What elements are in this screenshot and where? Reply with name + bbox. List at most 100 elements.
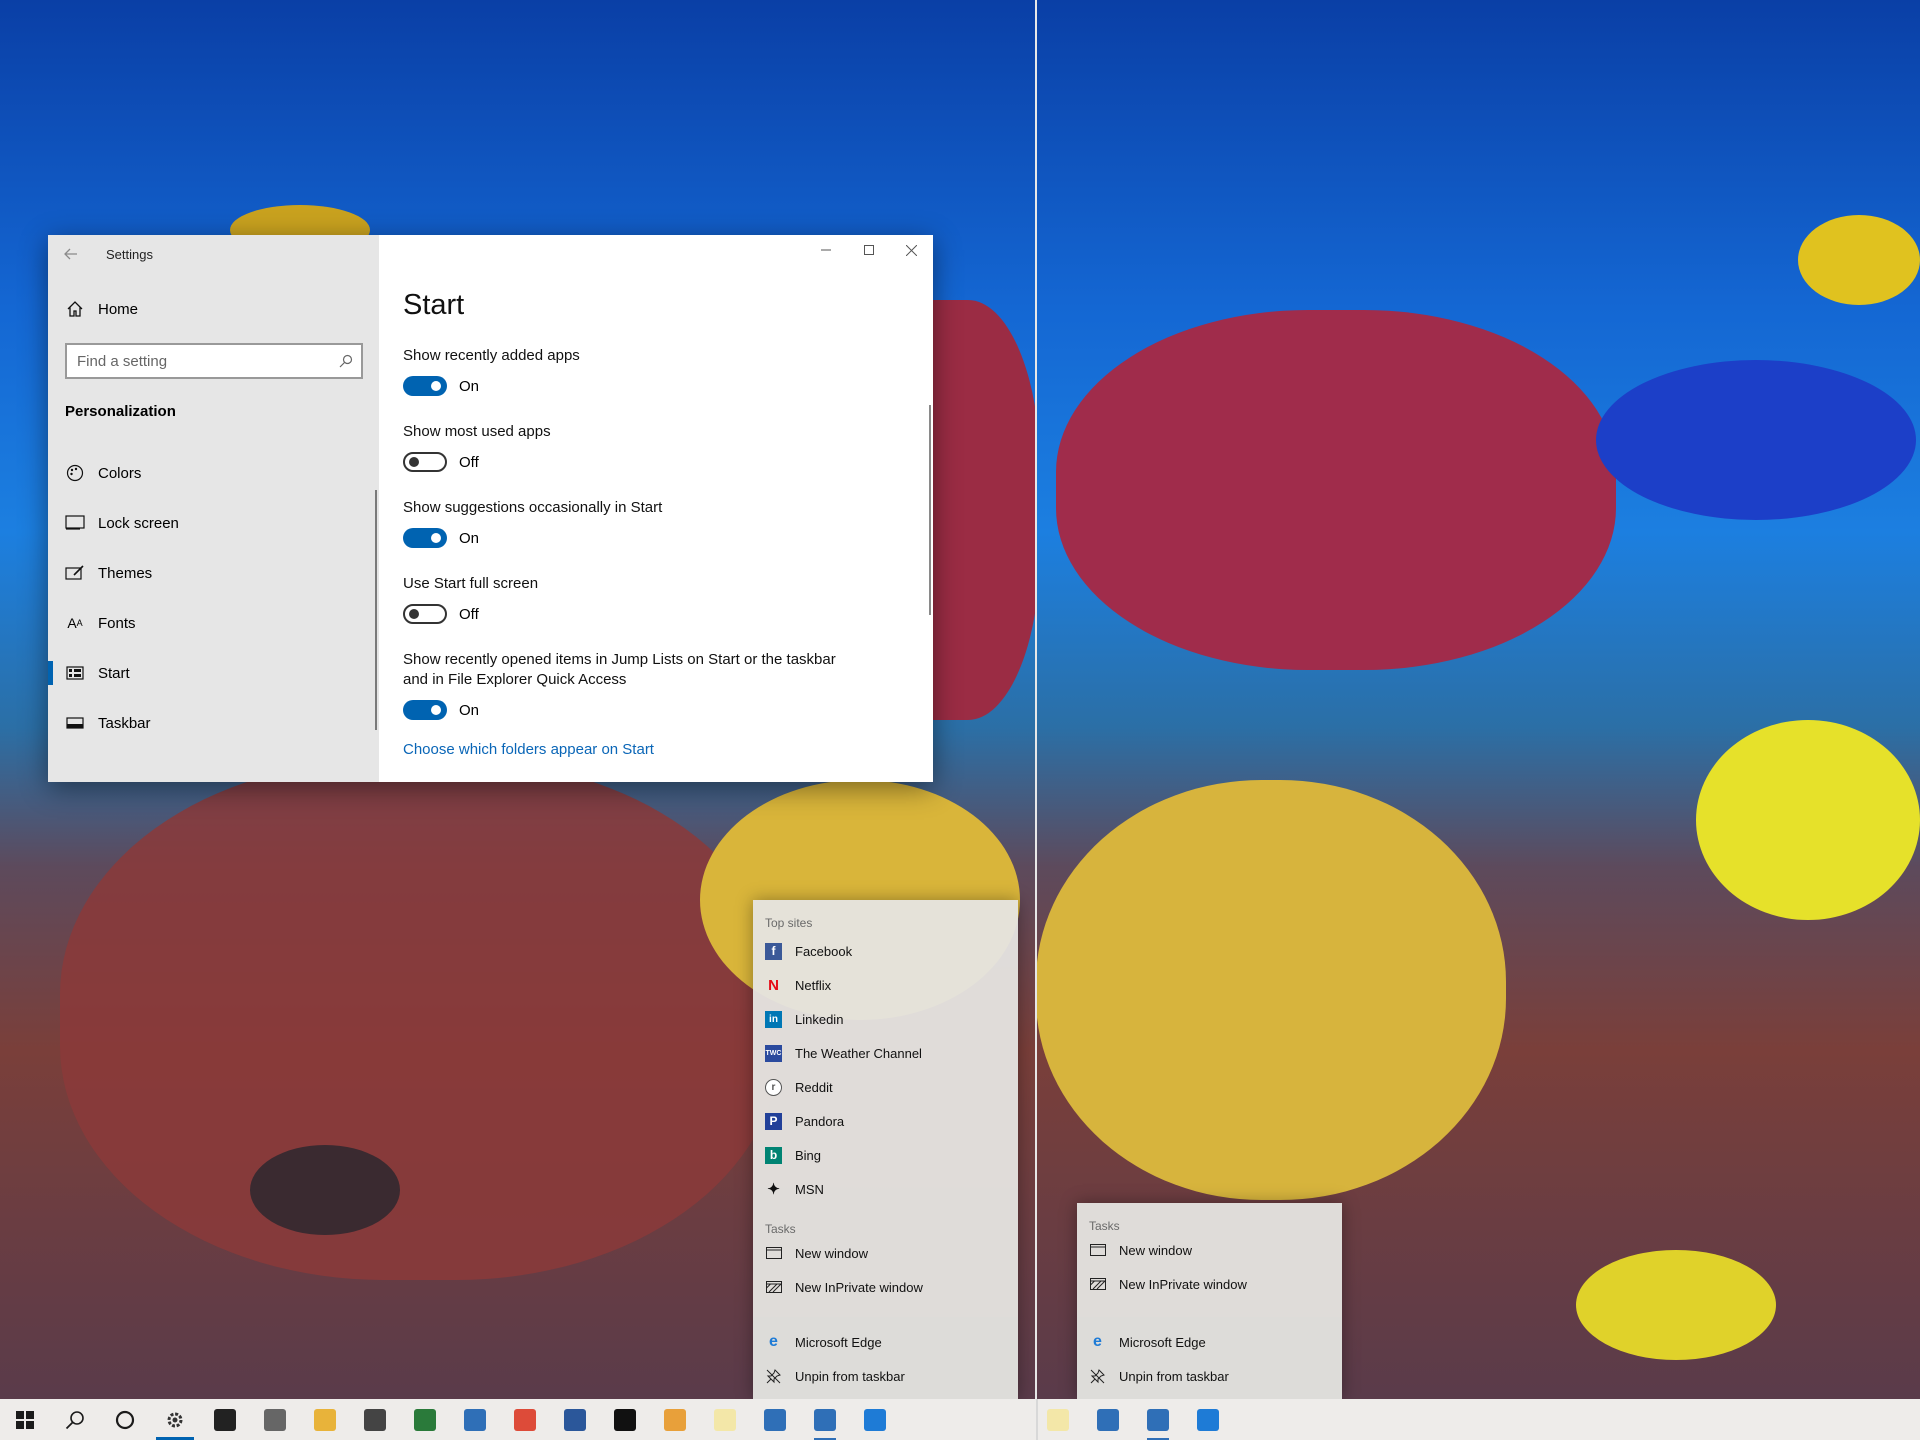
- section-title: Personalization: [65, 403, 176, 420]
- window-controls: [804, 235, 933, 265]
- nav-home[interactable]: Home: [48, 287, 379, 331]
- yellow-fish-decoration: [1798, 215, 1920, 305]
- nav-item-fonts[interactable]: AA Fonts: [48, 598, 379, 648]
- powershell-icon-glyph: [1097, 1408, 1119, 1431]
- notepad-icon[interactable]: [700, 1399, 750, 1440]
- search-icon: [339, 354, 353, 368]
- find-setting-search[interactable]: [65, 343, 363, 379]
- camera-icon[interactable]: [250, 1399, 300, 1440]
- toggle-state: Off: [459, 605, 479, 623]
- task-new-window[interactable]: New window: [1077, 1233, 1342, 1267]
- top-site-netflix[interactable]: N Netflix: [753, 968, 1018, 1002]
- unpin-from-taskbar[interactable]: Unpin from taskbar: [753, 1359, 1018, 1393]
- edge-canary-icon-glyph: [814, 1408, 836, 1431]
- terminal-icon[interactable]: [600, 1399, 650, 1440]
- top-site-msn[interactable]: ✦ MSN: [753, 1172, 1018, 1206]
- settings-nav-pane: Settings Home Personalization Colors Loc…: [48, 235, 379, 782]
- store-icon-glyph: [214, 1408, 236, 1431]
- nav-item-colors[interactable]: Colors: [48, 448, 379, 498]
- palette-icon: [65, 464, 85, 482]
- nav-item-themes[interactable]: Themes: [48, 548, 379, 598]
- launch-microsoft-edge[interactable]: e Microsoft Edge: [753, 1325, 1018, 1359]
- top-site-weather-channel[interactable]: TWC The Weather Channel: [753, 1036, 1018, 1070]
- minimize-button[interactable]: [804, 235, 847, 265]
- top-site-facebook[interactable]: f Facebook: [753, 934, 1018, 968]
- small-yellow-fish-decoration: [1576, 1250, 1776, 1360]
- home-icon: [67, 301, 83, 317]
- file-explorer-icon[interactable]: [300, 1399, 350, 1440]
- unpin-from-taskbar[interactable]: Unpin from taskbar: [1077, 1359, 1342, 1393]
- notepad-icon-glyph: [1047, 1408, 1069, 1431]
- powershell-icon[interactable]: [750, 1399, 800, 1440]
- edge-icon: e: [1093, 1333, 1102, 1350]
- word-icon[interactable]: [550, 1399, 600, 1440]
- recently-added-apps-toggle[interactable]: [403, 376, 447, 396]
- nav-item-label: Colors: [98, 464, 142, 482]
- task-new-window[interactable]: New window: [753, 1236, 1018, 1270]
- maximize-button[interactable]: [847, 235, 890, 265]
- jump-item-label: New InPrivate window: [1119, 1276, 1247, 1292]
- back-button[interactable]: [48, 235, 94, 273]
- toggle-state: On: [459, 701, 480, 719]
- top-site-bing[interactable]: b Bing: [753, 1138, 1018, 1172]
- window-title: Settings: [106, 246, 153, 262]
- jump-item-label: Unpin from taskbar: [1119, 1368, 1229, 1384]
- suggestions-toggle[interactable]: [403, 528, 447, 548]
- task-new-inprivate-window[interactable]: New InPrivate window: [1077, 1267, 1342, 1301]
- monitor-seam: [1035, 0, 1037, 1399]
- notepad-icon[interactable]: [1033, 1399, 1083, 1440]
- settings-gear-icon[interactable]: [150, 1399, 200, 1440]
- full-screen-toggle[interactable]: [403, 604, 447, 624]
- app-orange-icon[interactable]: [650, 1399, 700, 1440]
- nav-item-start[interactable]: Start: [48, 648, 379, 698]
- edge-beta-icon[interactable]: [400, 1399, 450, 1440]
- bing-icon: b: [765, 1146, 782, 1164]
- clownfish-decoration: [250, 1145, 400, 1235]
- store-icon[interactable]: [200, 1399, 250, 1440]
- facebook-icon: f: [765, 942, 782, 960]
- search-icon[interactable]: [50, 1399, 100, 1440]
- launch-microsoft-edge[interactable]: e Microsoft Edge: [1077, 1325, 1342, 1359]
- choose-folders-link[interactable]: Choose which folders appear on Start: [403, 741, 933, 758]
- option-label: Show suggestions occasionally in Start: [403, 499, 663, 516]
- edge-icon: e: [769, 1333, 778, 1350]
- cortana-icon[interactable]: [100, 1399, 150, 1440]
- top-site-reddit[interactable]: r Reddit: [753, 1070, 1018, 1104]
- tasks-header: Tasks: [765, 1222, 796, 1236]
- nav-list: Colors Lock screen Themes AA Fonts Start: [48, 448, 379, 748]
- task-new-inprivate-window[interactable]: New InPrivate window: [753, 1270, 1018, 1304]
- taskbar-icon: [65, 714, 85, 732]
- option-label: Show most used apps: [403, 423, 551, 440]
- chrome-icon[interactable]: [500, 1399, 550, 1440]
- pinned-section: e Microsoft Edge Unpin from taskbar: [1077, 1317, 1342, 1399]
- edge-icon[interactable]: [850, 1399, 900, 1440]
- app-icon[interactable]: [450, 1399, 500, 1440]
- chrome-icon-glyph: [514, 1408, 536, 1431]
- notepad-icon-glyph: [714, 1408, 736, 1431]
- inprivate-window-icon: [765, 1279, 782, 1296]
- start-icon[interactable]: [0, 1399, 50, 1440]
- new-window-icon: [765, 1245, 782, 1262]
- powershell-icon[interactable]: [1083, 1399, 1133, 1440]
- word-icon-glyph: [564, 1408, 586, 1431]
- option-full-screen: Use Start full screen Off: [403, 574, 933, 625]
- nav-item-lock-screen[interactable]: Lock screen: [48, 498, 379, 548]
- edge-canary-icon[interactable]: [1133, 1399, 1183, 1440]
- jump-lists-toggle[interactable]: [403, 700, 447, 720]
- edge-canary-icon[interactable]: [800, 1399, 850, 1440]
- top-site-pandora[interactable]: P Pandora: [753, 1104, 1018, 1138]
- unpin-icon: [1089, 1368, 1106, 1385]
- content-scrollbar[interactable]: [929, 405, 931, 615]
- edge-jump-list-right: Tasks New window New InPrivate window e …: [1077, 1203, 1342, 1399]
- search-input[interactable]: [77, 352, 327, 370]
- close-button[interactable]: [890, 235, 933, 265]
- nav-scrollbar[interactable]: [375, 490, 377, 730]
- mail-icon[interactable]: [350, 1399, 400, 1440]
- top-site-linkedin[interactable]: in Linkedin: [753, 1002, 1018, 1036]
- nav-item-taskbar[interactable]: Taskbar: [48, 698, 379, 748]
- option-label: Show recently opened items in Jump Lists…: [403, 651, 836, 688]
- netflix-icon: N: [768, 976, 779, 994]
- edge-icon[interactable]: [1183, 1399, 1233, 1440]
- most-used-apps-toggle[interactable]: [403, 452, 447, 472]
- nav-item-label: Fonts: [98, 614, 136, 632]
